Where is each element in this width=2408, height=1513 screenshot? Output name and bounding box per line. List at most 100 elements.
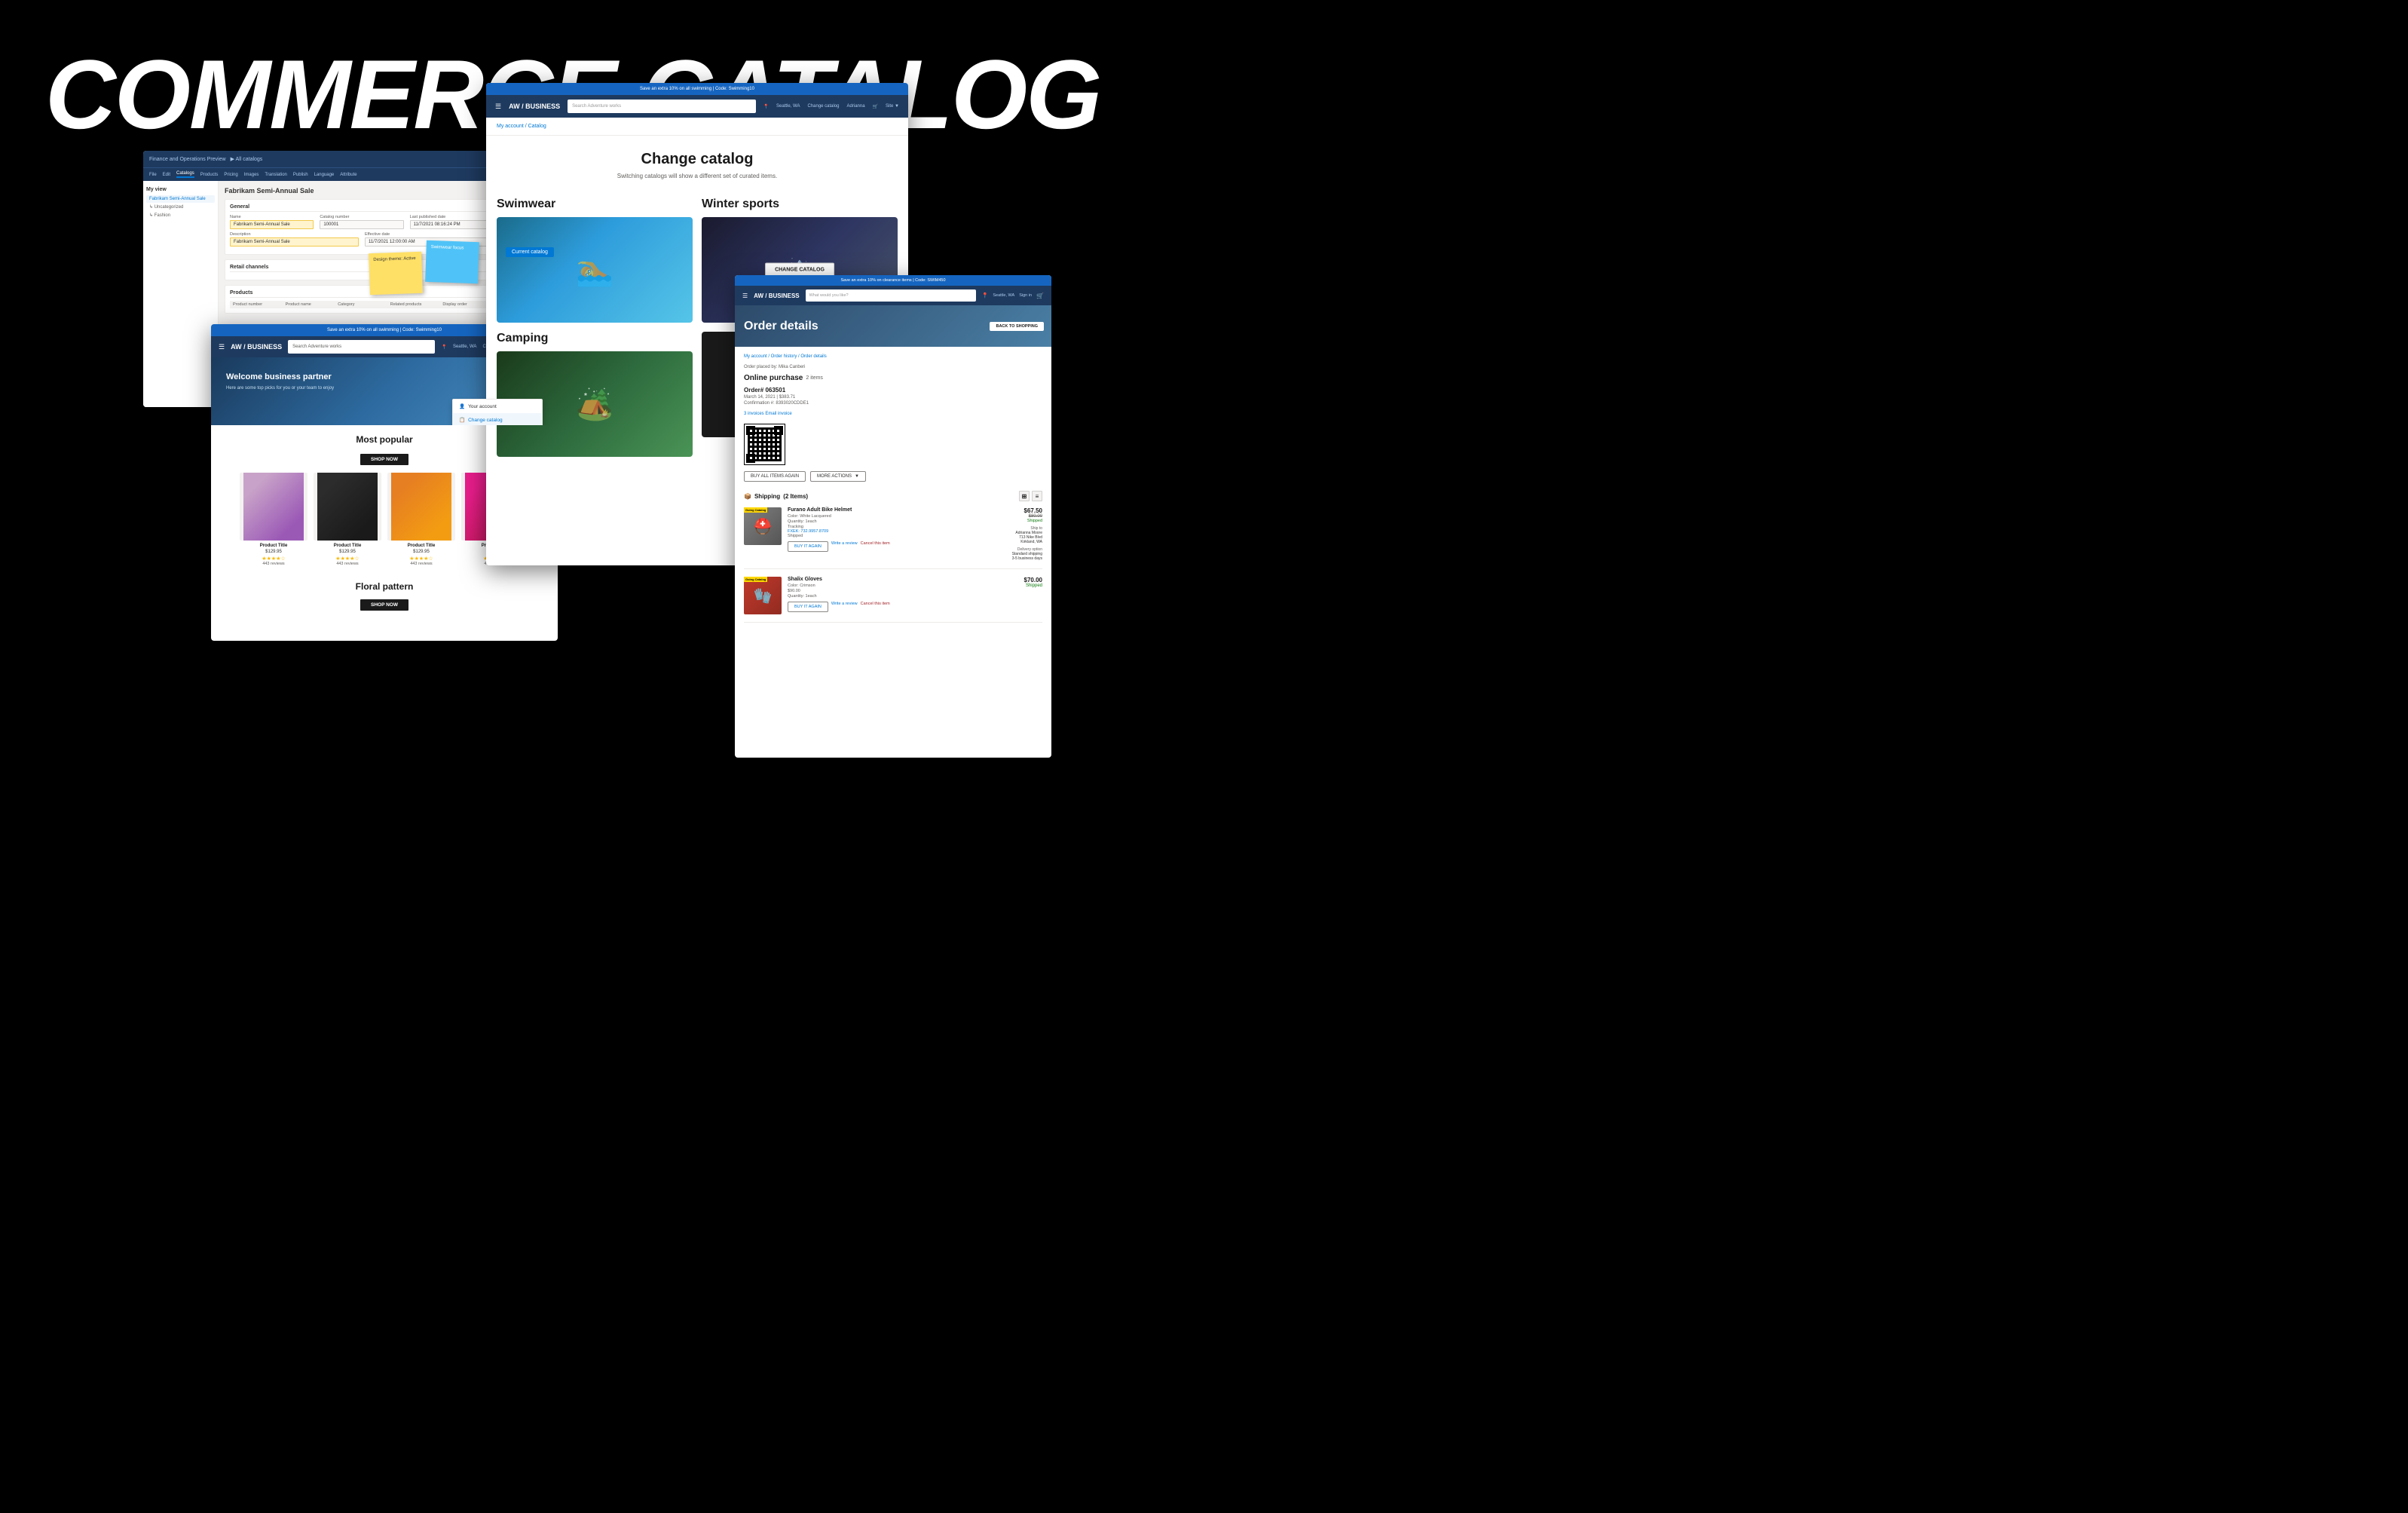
dropdown-change-catalog[interactable]: 📋 Change catalog — [453, 413, 542, 425]
product-title-2: Product Title — [314, 544, 381, 548]
gloves-write-review[interactable]: Write a review — [831, 602, 858, 612]
qr-corner-bl — [746, 454, 755, 463]
order-location-text: Seattle, WA — [993, 293, 1014, 298]
shipping-section: 📦 Shipping (2 Items) ⊞ ≡ Going Catalog ⛑… — [744, 491, 1042, 623]
sidebar-fashion[interactable]: ↳ Fashion — [146, 211, 215, 219]
products-section: Products Product number Product name Cat… — [225, 285, 499, 314]
catalog-header: ☰ AW / BUSINESS Search Adventure works 📍… — [486, 95, 908, 118]
product-card-3: Product Title $129.95 ★★★★☆ 443 reviews — [387, 473, 455, 566]
nav-file[interactable]: File — [149, 173, 157, 177]
gloves-price-area: $70.00 Shipped — [1005, 577, 1042, 614]
catalog-hamburger-icon[interactable]: ☰ — [495, 103, 501, 111]
gloves-img: 🧤 — [744, 577, 782, 614]
label-description: Description — [230, 232, 359, 237]
order-sign-in[interactable]: Sign in — [1019, 293, 1032, 298]
nav-translate[interactable]: Translation — [265, 173, 286, 177]
sticky-note-yellow: Design theme: Active — [369, 252, 423, 295]
gloves-buy-again[interactable]: BUY IT AGAIN — [788, 602, 828, 612]
confirmation-text: Confirmation #: 8393020CDDE1 — [744, 401, 1042, 406]
product-price-1: $129.95 — [240, 550, 308, 554]
helmet-info: Furano Adult Bike Helmet Color: White La… — [788, 507, 999, 561]
order-header: ☰ AW / BUSINESS What would you like? 📍 S… — [735, 286, 1051, 305]
product-title-3: Product Title — [387, 544, 455, 548]
order-logo: AW / BUSINESS — [754, 292, 799, 299]
order-number: Order# 063501 — [744, 387, 1042, 394]
swimsuit-img-1 — [243, 473, 304, 541]
gloves-color: Color: Crimson — [788, 583, 999, 588]
nav-edit[interactable]: Edit — [163, 173, 170, 177]
floral-shop-now-button[interactable]: SHOP NOW — [360, 599, 408, 611]
nav-pricing[interactable]: Pricing — [224, 173, 237, 177]
helmet-qty: Quantity: 1each — [788, 519, 999, 524]
hero-text: Welcome business partner — [226, 372, 332, 381]
value-description[interactable]: Fabrikam Semi-Annual Sale — [230, 237, 359, 247]
floral-title: Floral pattern — [217, 581, 552, 592]
order-search-placeholder: What would you like? — [809, 293, 849, 298]
label-status: Effective date — [365, 232, 494, 237]
order-promo-text: Save an extra 10% on clearance items | C… — [841, 278, 946, 283]
site-dropdown[interactable]: Site ▼ — [886, 104, 899, 109]
grid-view-button[interactable]: ⊞ — [1019, 491, 1030, 501]
nav-images[interactable]: Images — [244, 173, 259, 177]
value-name[interactable]: Fabrikam Semi-Annual Sale — [230, 220, 314, 229]
business-search-box[interactable]: Search Adventure works — [288, 340, 435, 354]
value-catalog-num[interactable]: 100001 — [320, 220, 403, 229]
field-catalog-num: Catalog number 100001 — [320, 215, 403, 229]
catalog-item-swimwear: Swimwear Current catalog — [497, 198, 693, 323]
nav-publish[interactable]: Publish — [293, 173, 308, 177]
helmet-write-review[interactable]: Write a review — [831, 541, 858, 552]
more-actions-button[interactable]: MORE ACTIONS ▼ — [810, 471, 866, 482]
location-text: Seattle, WA — [453, 345, 476, 349]
gloves-thumbnail: Going Catalog 🧤 — [744, 577, 782, 614]
gloves-badge: Going Catalog — [744, 577, 767, 582]
helmet-buy-again[interactable]: BUY IT AGAIN — [788, 541, 828, 552]
gloves-actions: BUY IT AGAIN Write a review Cancel this … — [788, 602, 999, 612]
shop-now-button[interactable]: SHOP NOW — [360, 454, 408, 465]
action-buttons: BUY ALL ITEMS AGAIN MORE ACTIONS ▼ — [744, 471, 1042, 482]
chevron-down-icon: ▼ — [855, 474, 859, 479]
catalog-cart-icon[interactable]: 🛒 — [873, 104, 878, 109]
catalog-breadcrumb: My account / Catalog — [486, 118, 908, 136]
sidebar-uncategorized[interactable]: ↳ Uncategorized — [146, 203, 215, 211]
helmet-cancel[interactable]: Cancel this item — [861, 541, 890, 552]
gloves-cancel[interactable]: Cancel this item — [861, 602, 890, 612]
hamburger-icon[interactable]: ☰ — [219, 343, 225, 351]
change-catalog-subtitle: Switching catalogs will show a different… — [497, 173, 898, 179]
label-last-modified: Last published date — [410, 215, 494, 219]
business-logo: AW / BUSINESS — [231, 343, 282, 351]
helmet-badge: Going Catalog — [744, 507, 767, 513]
gloves-info: Shalix Gloves Color: Crimson $90.00 Quan… — [788, 577, 999, 614]
nav-products[interactable]: Products — [200, 173, 219, 177]
value-last-modified[interactable]: 11/7/2021 08:16:24 PM — [410, 220, 494, 229]
order-hamburger-icon[interactable]: ☰ — [742, 292, 748, 299]
sidebar-fabrikam[interactable]: Fabrikam Semi-Annual Sale — [146, 195, 215, 203]
catalog-item-camping: Camping — [497, 332, 693, 457]
back-to-shopping-button[interactable]: BACK TO SHOPPING — [990, 322, 1044, 331]
account-dropdown: 👤 Your account 📋 Change catalog — [452, 399, 543, 425]
gloves-price: $70.00 — [1005, 577, 1042, 583]
nav-language[interactable]: Language — [314, 173, 335, 177]
catalog-user-name[interactable]: Adrianna — [847, 104, 865, 109]
dropdown-your-account[interactable]: 👤 Your account — [453, 400, 542, 413]
product-card-2: Product Title $129.95 ★★★★☆ 443 reviews — [314, 473, 381, 566]
list-view-button[interactable]: ≡ — [1032, 491, 1042, 501]
catalog-icon: 📋 — [459, 417, 465, 423]
catalog-promo-text: Save an extra 10% on all swimming | Code… — [640, 87, 754, 91]
catalog-change-link[interactable]: Change catalog — [807, 104, 839, 109]
change-catalog-title: Change catalog — [497, 151, 898, 168]
form-row-1: Name Fabrikam Semi-Annual Sale Catalog n… — [230, 215, 494, 229]
nav-catalogs[interactable]: Catalogs — [176, 171, 194, 178]
items-count-badge: 2 items — [806, 375, 823, 381]
account-icon: 👤 — [459, 403, 465, 409]
product-item-gloves: Going Catalog 🧤 Shalix Gloves Color: Cri… — [744, 577, 1042, 623]
invoice-link[interactable]: 3 invoices Email invoice — [744, 412, 1042, 416]
order-cart-icon[interactable]: 🛒 — [1036, 292, 1044, 299]
nav-attribute[interactable]: Attribute — [340, 173, 356, 177]
shipping-label: Shipping — [754, 493, 780, 500]
gloves-price-original: $90.00 — [788, 589, 999, 593]
buy-all-again-button[interactable]: BUY ALL ITEMS AGAIN — [744, 471, 806, 482]
sticky-yellow-text: Design theme: Active — [373, 256, 416, 262]
catalog-search-box[interactable]: Search Adventure works — [568, 100, 755, 113]
ship-to-address: Adrianna Moore713 Nike BlvdKirkland, WA — [1005, 531, 1042, 544]
order-search-box[interactable]: What would you like? — [806, 289, 976, 302]
